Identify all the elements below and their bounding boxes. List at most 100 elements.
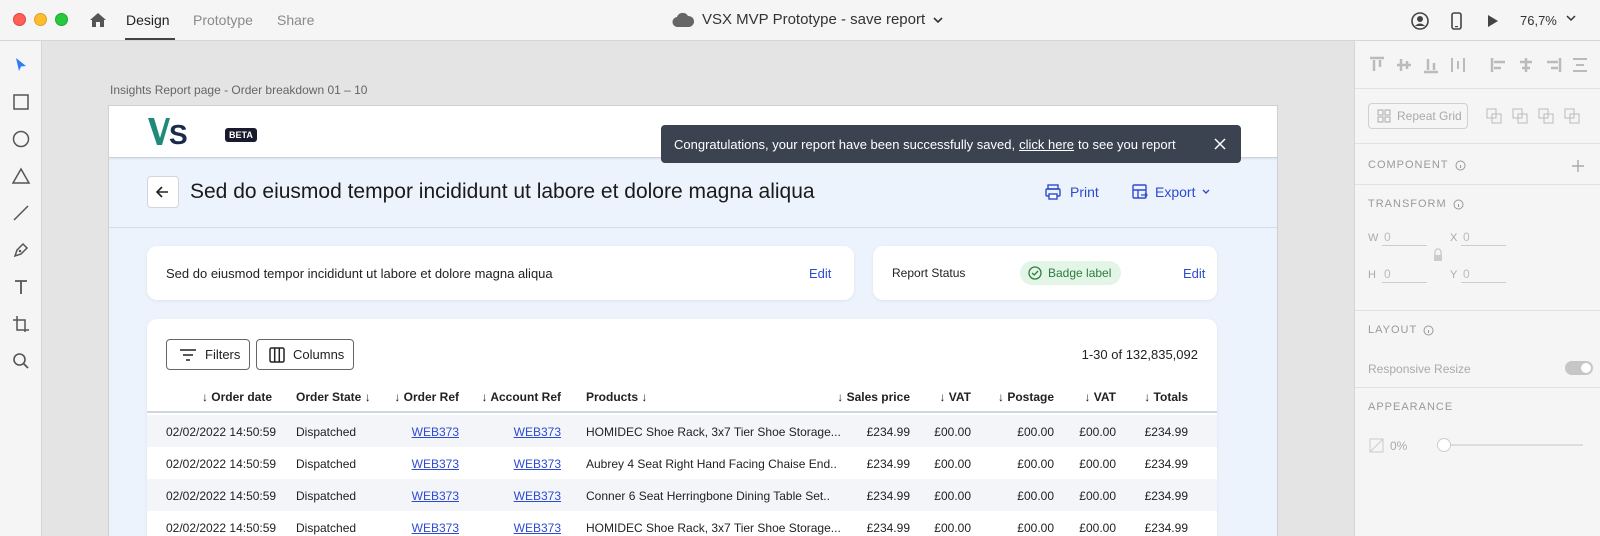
tab-prototype[interactable]: Prototype	[193, 12, 253, 28]
ellipse-tool-icon[interactable]	[11, 129, 31, 149]
column-header-postage[interactable]: ↓ Postage	[998, 390, 1054, 404]
artboard-tool-icon[interactable]	[11, 314, 31, 334]
toast-link[interactable]: click here	[1019, 137, 1074, 152]
cell-postage: £00.00	[1017, 521, 1054, 535]
select-tool-icon[interactable]	[11, 55, 31, 75]
text-tool-icon[interactable]	[11, 277, 31, 297]
boolean-exclude-icon[interactable]	[1563, 107, 1581, 125]
filters-button[interactable]: Filters	[166, 339, 251, 370]
artboard[interactable]: S BETA Congratulations, your report have…	[108, 105, 1278, 536]
height-input[interactable]: 0	[1382, 267, 1427, 283]
column-header-order-ref[interactable]: ↓ Order Ref	[394, 390, 459, 404]
close-window-button[interactable]	[13, 13, 26, 26]
column-header-vat-2[interactable]: ↓ VAT	[1084, 390, 1116, 404]
close-icon[interactable]	[1213, 137, 1227, 151]
report-status-label: Report Status	[892, 266, 966, 280]
opacity-slider-track[interactable]	[1443, 444, 1583, 446]
edit-status-link[interactable]: Edit	[1183, 266, 1205, 281]
column-header-products[interactable]: Products ↓	[586, 390, 647, 404]
cell-order-ref-link[interactable]: WEB373	[412, 425, 459, 439]
pen-tool-icon[interactable]	[11, 240, 31, 260]
cell-postage: £00.00	[1017, 457, 1054, 471]
vs-logo: S BETA	[147, 116, 257, 150]
logo-icon: S	[148, 118, 188, 150]
info-icon[interactable]	[1453, 199, 1464, 210]
print-button[interactable]: Print	[1044, 183, 1099, 201]
table-row[interactable]: 02/02/2022 14:50:59 Dispatched WEB373 WE…	[147, 479, 1217, 511]
export-label: Export	[1155, 184, 1196, 200]
cell-vat-2: £00.00	[1079, 489, 1116, 503]
cell-order-ref-link[interactable]: WEB373	[412, 457, 459, 471]
back-button[interactable]	[147, 176, 179, 208]
distribute-vertical-icon[interactable]	[1571, 56, 1589, 74]
cell-account-ref-link[interactable]: WEB373	[514, 457, 561, 471]
repeat-grid-button[interactable]: Repeat Grid	[1368, 103, 1468, 129]
column-header-vat[interactable]: ↓ VAT	[939, 390, 971, 404]
cell-order-ref-link[interactable]: WEB373	[412, 521, 459, 535]
cell-account-ref-link[interactable]: WEB373	[514, 521, 561, 535]
table-row[interactable]: 02/02/2022 14:50:59 Dispatched WEB373 WE…	[147, 511, 1217, 536]
table-row[interactable]: 02/02/2022 14:50:59 Dispatched WEB373 WE…	[147, 447, 1217, 479]
maximize-window-button[interactable]	[55, 13, 68, 26]
tab-share[interactable]: Share	[277, 12, 314, 28]
width-input[interactable]: 0	[1382, 230, 1427, 246]
zoom-tool-icon[interactable]	[11, 351, 31, 371]
minimize-window-button[interactable]	[34, 13, 47, 26]
description-card: Sed do eiusmod tempor incididunt ut labo…	[147, 246, 854, 300]
align-center-icon[interactable]	[1517, 56, 1535, 74]
width-label: W	[1368, 232, 1379, 244]
lock-icon[interactable]	[1429, 247, 1447, 265]
boolean-add-icon[interactable]	[1485, 107, 1503, 125]
align-top-icon[interactable]	[1368, 56, 1386, 74]
grid-icon	[1377, 109, 1391, 123]
home-icon[interactable]	[88, 10, 108, 30]
align-right-icon[interactable]	[1544, 56, 1562, 74]
column-header-order-date[interactable]: ↓ Order date	[202, 390, 272, 404]
export-button[interactable]: Export	[1131, 183, 1211, 201]
add-icon[interactable]	[1569, 157, 1587, 175]
cell-sales-price: £234.99	[866, 489, 910, 503]
column-header-order-state[interactable]: Order State ↓	[296, 390, 371, 404]
polygon-tool-icon[interactable]	[11, 166, 31, 186]
mobile-preview-icon[interactable]	[1446, 11, 1466, 31]
page-title: Sed do eiusmod tempor incididunt ut labo…	[190, 180, 815, 203]
column-header-account-ref[interactable]: ↓ Account Ref	[481, 390, 561, 404]
distribute-horizontal-icon[interactable]	[1449, 56, 1467, 74]
columns-button[interactable]: Columns	[256, 339, 355, 370]
table-row[interactable]: 02/02/2022 14:50:59 Dispatched WEB373 WE…	[147, 415, 1217, 447]
cell-account-ref-link[interactable]: WEB373	[514, 425, 561, 439]
align-middle-icon[interactable]	[1395, 56, 1413, 74]
y-input[interactable]: 0	[1461, 267, 1506, 283]
tools-panel	[0, 41, 42, 536]
design-canvas[interactable]: Insights Report page - Order breakdown 0…	[42, 41, 1354, 536]
boolean-intersect-icon[interactable]	[1537, 107, 1555, 125]
opacity-value[interactable]: 0%	[1390, 439, 1407, 453]
cell-account-ref-link[interactable]: WEB373	[514, 489, 561, 503]
status-badge: Badge label	[1020, 261, 1122, 285]
user-share-icon[interactable]	[1410, 11, 1430, 31]
title-bar: Design Prototype Share VSX MVP Prototype…	[0, 0, 1600, 41]
component-section: COMPONENT	[1355, 144, 1600, 185]
align-bottom-icon[interactable]	[1422, 56, 1440, 74]
zoom-level[interactable]: 76,7%	[1520, 13, 1557, 28]
x-input[interactable]: 0	[1461, 230, 1506, 246]
line-tool-icon[interactable]	[11, 203, 31, 223]
tab-design[interactable]: Design	[126, 12, 170, 28]
play-icon[interactable]	[1482, 11, 1502, 31]
edit-description-link[interactable]: Edit	[809, 266, 831, 281]
info-icon[interactable]	[1423, 325, 1434, 336]
artboard-label[interactable]: Insights Report page - Order breakdown 0…	[110, 83, 367, 97]
column-header-sales-price[interactable]: ↓ Sales price	[837, 390, 910, 404]
responsive-resize-toggle[interactable]	[1565, 361, 1593, 375]
info-icon[interactable]	[1455, 160, 1466, 171]
filter-icon	[180, 348, 196, 361]
cell-order-ref-link[interactable]: WEB373	[412, 489, 459, 503]
column-header-totals[interactable]: ↓ Totals	[1144, 390, 1188, 404]
boolean-subtract-icon[interactable]	[1511, 107, 1529, 125]
transform-label: TRANSFORM	[1368, 198, 1447, 210]
chevron-down-icon[interactable]	[1566, 13, 1576, 23]
document-title-menu[interactable]: VSX MVP Prototype - save report	[672, 11, 943, 28]
align-left-icon[interactable]	[1490, 56, 1508, 74]
rectangle-tool-icon[interactable]	[11, 92, 31, 112]
opacity-slider-thumb[interactable]	[1437, 438, 1451, 452]
